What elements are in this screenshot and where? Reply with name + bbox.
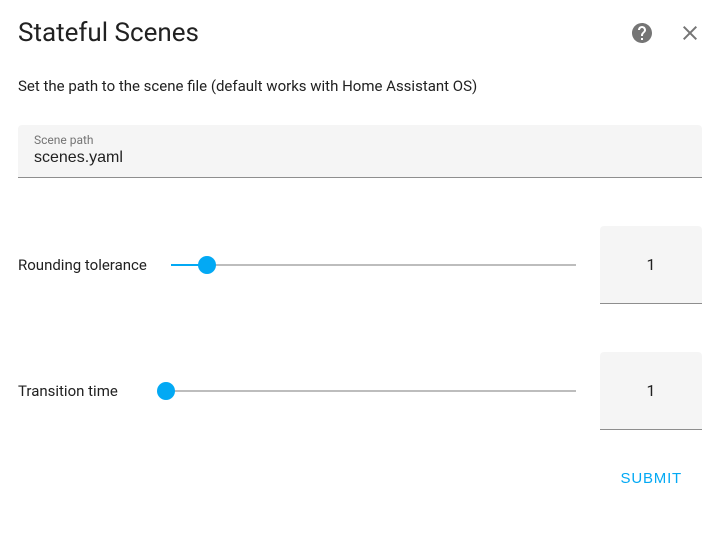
rounding-tolerance-row: Rounding tolerance 1: [18, 226, 702, 304]
dialog-title: Stateful Scenes: [18, 18, 199, 48]
transition-time-label: Transition time: [18, 382, 118, 400]
rounding-tolerance-value[interactable]: 1: [600, 226, 702, 304]
dialog-header: Stateful Scenes: [18, 18, 702, 48]
help-icon[interactable]: [630, 21, 654, 45]
header-icons: [630, 21, 702, 45]
config-dialog: Stateful Scenes Set the path to the scen…: [0, 0, 720, 495]
slider-track: [171, 264, 576, 266]
transition-time-row: Transition time 1: [18, 352, 702, 430]
slider-thumb[interactable]: [198, 256, 216, 274]
transition-time-slider[interactable]: [166, 367, 576, 415]
rounding-tolerance-label: Rounding tolerance: [18, 256, 147, 274]
scene-path-label: Scene path: [34, 133, 94, 147]
transition-time-value-text: 1: [647, 381, 656, 400]
slider-track: [166, 390, 576, 392]
dialog-description: Set the path to the scene file (default …: [18, 76, 702, 97]
submit-button[interactable]: SUBMIT: [609, 462, 694, 495]
scene-path-field[interactable]: Scene path: [18, 125, 702, 178]
transition-time-value[interactable]: 1: [600, 352, 702, 430]
dialog-actions: SUBMIT: [18, 454, 702, 495]
rounding-tolerance-slider[interactable]: [171, 241, 576, 289]
slider-thumb[interactable]: [157, 382, 175, 400]
scene-path-input[interactable]: [34, 149, 686, 167]
close-icon[interactable]: [678, 21, 702, 45]
rounding-tolerance-value-text: 1: [647, 255, 656, 274]
